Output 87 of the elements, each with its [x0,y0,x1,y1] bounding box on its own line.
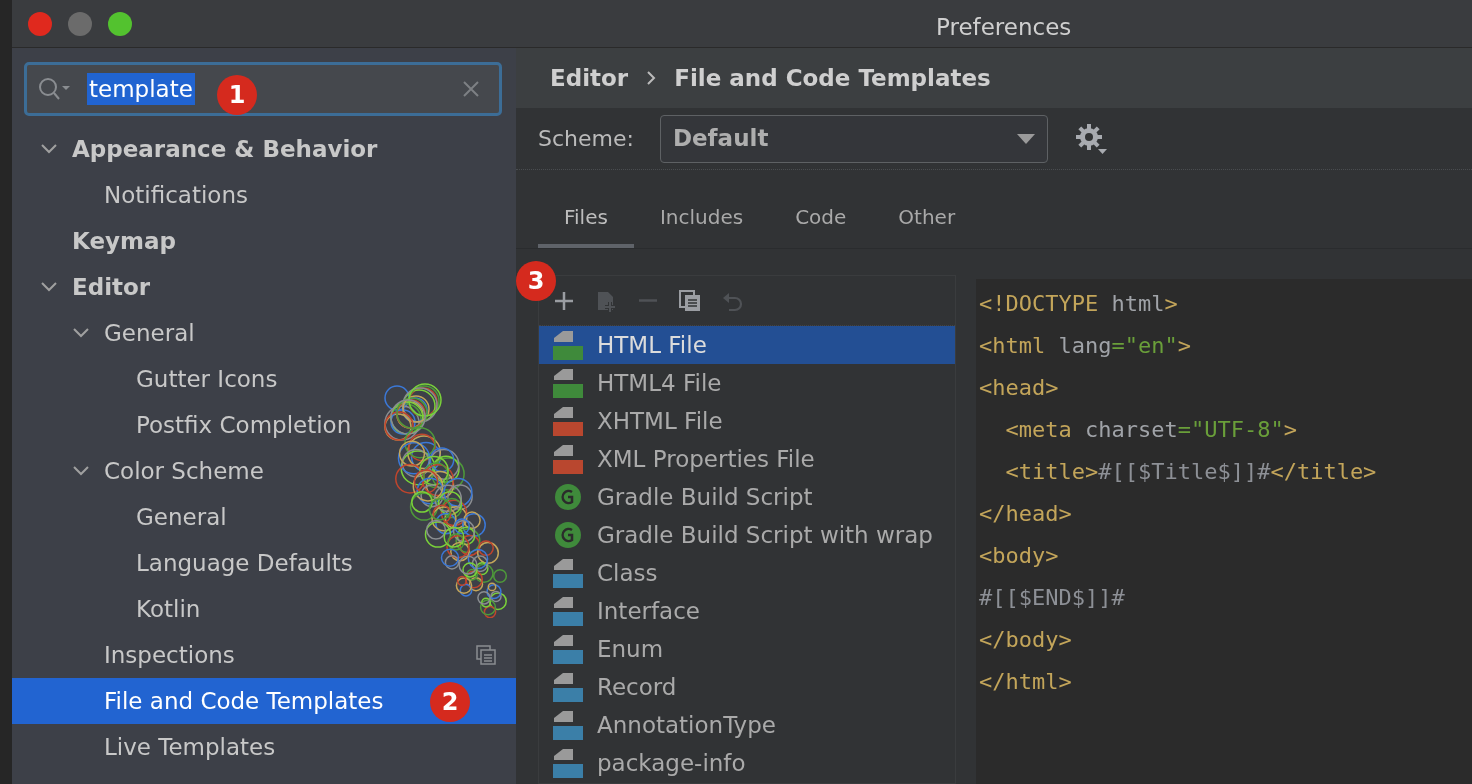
file-icon [553,596,583,626]
code-token: <head> [979,375,1059,400]
code-token: > [1164,291,1178,316]
zoom-button[interactable] [108,12,132,36]
tree-item[interactable]: Editor [12,264,516,310]
file-icon [553,634,583,664]
tree-item[interactable]: General [12,310,516,356]
copy-button[interactable] [679,289,701,312]
tree-item[interactable]: Kotlin [12,586,516,632]
breadcrumb-current: File and Code Templates [674,63,991,93]
template-list-item[interactable]: Enum [539,630,955,668]
code-token: <html [979,333,1047,358]
tab[interactable]: Files [538,194,634,248]
circle-icon [553,520,583,550]
tree-item[interactable]: Color Scheme [12,448,516,494]
code-token: > [1177,333,1191,358]
tree-item[interactable]: Keymap [12,218,516,264]
clear-icon[interactable] [461,79,481,99]
code-token: ="UTF-8" [1177,417,1284,442]
code-token: <!DOCTYPE [979,291,1100,316]
code-token: ="en" [1111,333,1178,358]
template-list-item[interactable]: Gradle Build Script [539,478,955,516]
remove-icon [637,299,659,302]
tab[interactable]: Code [769,194,873,248]
template-list-item[interactable]: Gradle Build Script with wrap [539,516,955,554]
tree-item[interactable]: Language Defaults [12,540,516,586]
search-field[interactable]: template 1 [24,62,502,116]
template-list-item[interactable]: Record [539,668,955,706]
code-token: > [1283,417,1297,442]
breadcrumb-link[interactable]: Editor [550,60,629,96]
template-list-item[interactable]: package-info [539,744,955,782]
code-token: </head> [979,501,1072,526]
file-icon [553,406,583,436]
file-icon [553,558,583,588]
search-text: template [87,73,195,105]
code-token: #[[$END$]]# [979,585,1125,610]
code-token: </title> [1270,459,1377,484]
file-icon [553,672,583,702]
minimize-button[interactable] [68,12,92,36]
code-token: lang [1058,333,1112,358]
template-list-item[interactable]: HTML File [539,326,955,364]
code-token: charset [1084,417,1178,442]
template-list-item[interactable]: XML Properties File [539,440,955,478]
circle-icon [553,482,583,512]
template-list-item[interactable]: Interface [539,592,955,630]
window-title: Preferences [936,13,1072,42]
tab[interactable]: Includes [633,194,770,248]
tree-item[interactable]: General [12,494,516,540]
code-editor[interactable]: <!DOCTYPE html> <html lang="en"> <head> <meta charset="UTF-8"> <title>#[[$Title$]]#</title> </head> <body> #[[$END$]]# </body> </html> [976,279,1472,784]
tree-item[interactable]: Notifications [12,172,516,218]
close-button[interactable] [28,12,52,36]
template-list-item[interactable]: XHTML File [539,402,955,440]
breadcrumb-separator-icon [646,71,657,85]
code-token: #[[$Title$]]# [1098,459,1271,484]
tab[interactable]: Other [872,194,982,248]
code-token: <body> [979,543,1059,568]
template-list-item[interactable]: HTML4 File [539,364,955,402]
search-icon [37,76,71,102]
file-icon [553,368,583,398]
add-button[interactable] [553,289,575,312]
file-icon [553,330,583,360]
code-token: <title> [1004,459,1099,484]
scheme-dropdown[interactable]: Default [659,114,1048,163]
template-list-item[interactable]: Class [539,554,955,592]
code-token: html [1111,291,1165,316]
copy-icon [679,289,701,312]
tree-item[interactable]: File and Code Templates 2 [12,678,516,724]
add-icon [553,289,575,312]
tree-item[interactable]: Postfix Completion [12,402,516,448]
tree-item[interactable]: Inspections [12,632,516,678]
settings-icon[interactable] [1073,121,1108,156]
file-icon [553,444,583,474]
dropdown-caret-icon [1016,133,1035,144]
callout-badge: 1 [217,75,257,115]
file-plus-icon [595,289,617,312]
file-icon [553,748,583,778]
callout-badge: 2 [430,682,470,722]
template-list-item[interactable]: AnnotationType [539,706,955,744]
scheme-label: Scheme: [538,125,634,153]
file-icon [553,710,583,740]
code-token: </body> [979,627,1072,652]
code-token: <meta [1004,417,1073,442]
tree-item[interactable]: Gutter Icons [12,356,516,402]
tree-item[interactable]: Appearance & Behavior [12,126,516,172]
callout-badge: 3 [516,261,556,301]
tree-item[interactable]: Live Templates [12,724,516,770]
code-token: </html> [979,669,1072,694]
